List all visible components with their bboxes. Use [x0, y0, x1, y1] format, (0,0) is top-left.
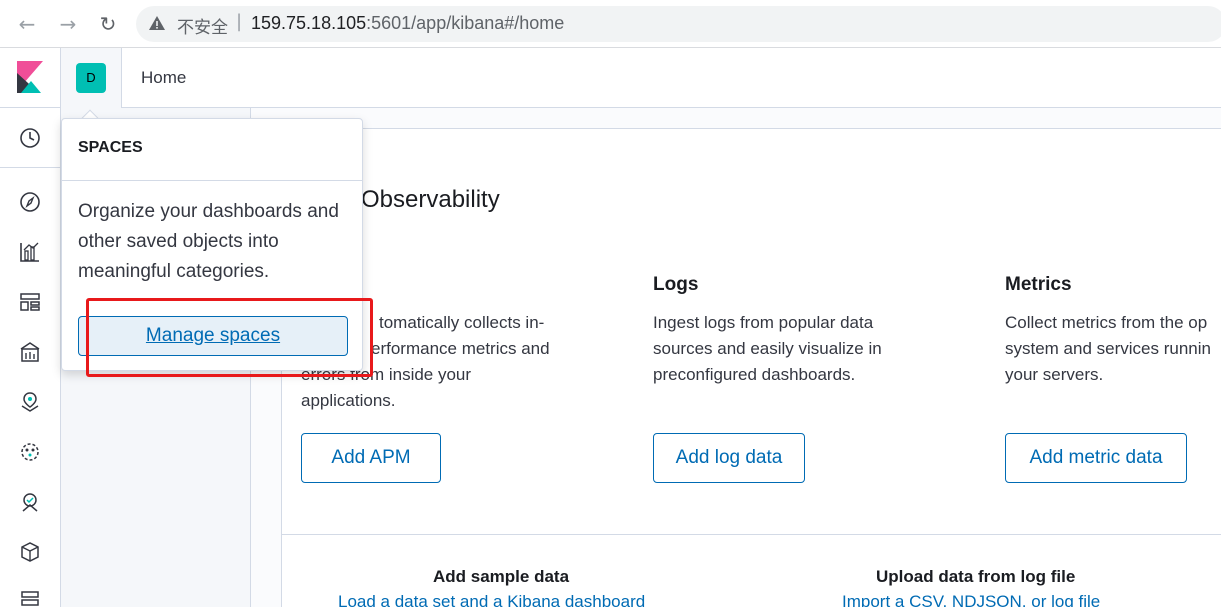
space-selector[interactable]: D	[61, 48, 122, 108]
uptime-icon[interactable]	[19, 491, 41, 513]
ml-icon[interactable]	[19, 441, 41, 463]
insecure-label[interactable]: 不安全	[177, 13, 228, 38]
card-description-logs: Ingest logs from popular data sources an…	[653, 310, 882, 388]
infrastructure-icon[interactable]	[19, 541, 41, 563]
logs-icon[interactable]	[19, 589, 41, 607]
card-title-logs: Logs	[653, 274, 699, 295]
space-avatar[interactable]: D	[76, 63, 106, 93]
add-apm-button[interactable]: Add APM	[301, 433, 441, 483]
url-separator: |	[236, 11, 243, 32]
reload-icon[interactable]: ↻	[95, 11, 121, 37]
browser-toolbar: ← → ↻ 不安全 | 159.75.18.105:5601/app/kiban…	[0, 0, 1221, 48]
highlight-annotation	[86, 298, 373, 377]
back-arrow-icon[interactable]: ←	[14, 11, 40, 37]
clock-icon	[20, 128, 40, 148]
card-description-metrics: Collect metrics from the op system and s…	[1005, 310, 1221, 388]
maps-icon[interactable]	[19, 391, 41, 413]
kibana-logo[interactable]	[0, 48, 61, 108]
section-divider	[281, 534, 1221, 535]
description-line: sources and easily visualize in	[653, 339, 882, 358]
description-line: Collect metrics from the op	[1005, 313, 1208, 332]
url-host: 159.75.18.105	[251, 13, 367, 33]
description-line: your servers.	[1005, 365, 1104, 384]
forward-arrow-icon[interactable]: →	[55, 11, 81, 37]
add-metric-data-button[interactable]: Add metric data	[1005, 433, 1187, 483]
url-path: :5601/app/kibana#/home	[366, 13, 565, 33]
section-title: Observability	[361, 186, 500, 213]
warning-icon[interactable]	[148, 14, 166, 32]
popover-divider	[62, 180, 362, 181]
breadcrumb-home[interactable]: Home	[141, 68, 186, 88]
recently-viewed[interactable]	[0, 108, 61, 168]
description-line: system and services runnin	[1005, 339, 1211, 358]
compass-icon[interactable]	[19, 191, 41, 213]
popover-description: Organize your dashboards and other saved…	[78, 201, 339, 282]
side-nav	[0, 108, 61, 607]
canvas-icon[interactable]	[19, 341, 41, 363]
kibana-header: D Home	[0, 48, 1221, 108]
description-line: Ingest logs from popular data	[653, 313, 874, 332]
dashboard-icon[interactable]	[19, 291, 41, 313]
add-sample-data-title: Add sample data	[433, 567, 570, 586]
kibana-logo-icon	[17, 61, 43, 93]
popover-title: SPACES	[78, 139, 143, 156]
visualize-icon[interactable]	[19, 241, 41, 263]
add-log-data-button[interactable]: Add log data	[653, 433, 805, 483]
card-title-metrics: Metrics	[1005, 274, 1072, 295]
url-text[interactable]: 159.75.18.105:5601/app/kibana#/home	[251, 13, 564, 34]
description-line: preconfigured dashboards.	[653, 365, 856, 384]
description-line: applications.	[301, 391, 396, 410]
load-sample-data-link[interactable]: Load a data set and a Kibana dashboard	[338, 592, 645, 607]
import-file-link[interactable]: Import a CSV, NDJSON, or log file	[842, 592, 1100, 607]
upload-log-file-title: Upload data from log file	[876, 567, 1076, 586]
